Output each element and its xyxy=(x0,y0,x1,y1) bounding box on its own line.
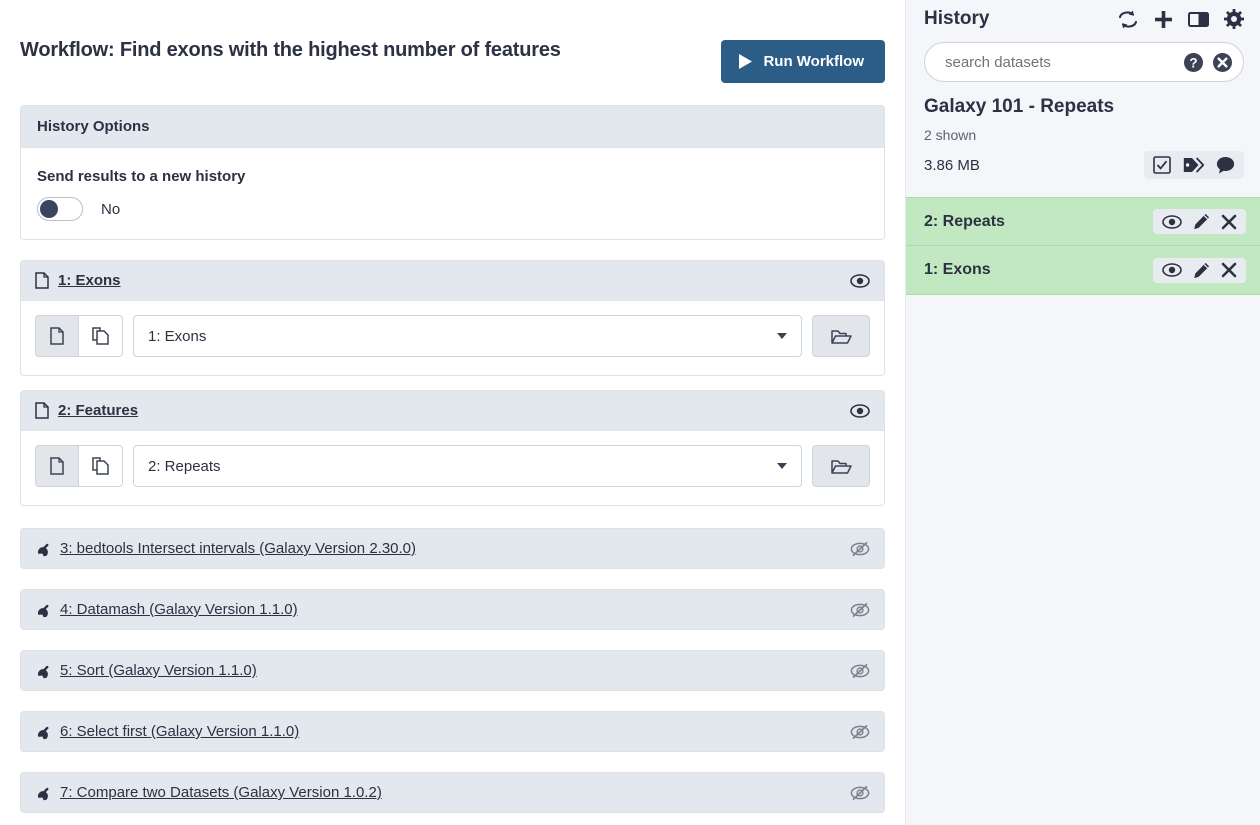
multiple-datasets-icon[interactable] xyxy=(79,445,123,487)
check-square-icon[interactable] xyxy=(1153,156,1171,174)
search-input[interactable] xyxy=(943,52,1175,72)
tool-step-row: 5: Sort (Galaxy Version 1.1.0) xyxy=(20,650,885,691)
history-dataset-list: 2: Repeats 1: Exons xyxy=(906,197,1260,295)
history-dataset-item[interactable]: 2: Repeats xyxy=(906,197,1260,246)
wrench-icon xyxy=(35,541,51,557)
workflow-run-form: Workflow: Find exons with the highest nu… xyxy=(0,0,905,825)
dataset-mode-group-2 xyxy=(35,445,123,487)
dataset-actions xyxy=(1153,257,1246,283)
dataset-name: 2: Repeats xyxy=(924,212,1005,230)
dataset-actions xyxy=(1153,209,1246,234)
input-step-1-header: 1: Exons xyxy=(21,261,884,301)
dataset-select-1-value: 1: Exons xyxy=(148,327,207,345)
tool-step-link[interactable]: 5: Sort (Galaxy Version 1.1.0) xyxy=(60,662,257,679)
send-results-label: Send results to a new history xyxy=(37,168,246,185)
eye-icon[interactable] xyxy=(1162,263,1182,277)
page-title: Workflow: Find exons with the highest nu… xyxy=(20,39,561,61)
dataset-select-1[interactable]: 1: Exons xyxy=(133,315,802,357)
input-step-1-link[interactable]: 1: Exons xyxy=(58,272,121,289)
tool-step-link[interactable]: 7: Compare two Datasets (Galaxy Version … xyxy=(60,784,382,801)
send-results-toggle[interactable] xyxy=(37,197,83,221)
history-size-row: 3.86 MB xyxy=(906,143,1260,179)
dataset-select-2-value: 2: Repeats xyxy=(148,457,221,475)
browse-datasets-button-1[interactable] xyxy=(812,315,870,357)
tool-step-row: 7: Compare two Datasets (Galaxy Version … xyxy=(20,772,885,813)
times-icon[interactable] xyxy=(1221,262,1237,278)
eye-slash-icon[interactable] xyxy=(850,541,870,557)
svg-text:?: ? xyxy=(1189,55,1197,70)
browse-datasets-button-2[interactable] xyxy=(812,445,870,487)
tool-step-row: 6: Select first (Galaxy Version 1.1.0) xyxy=(20,711,885,752)
eye-slash-icon[interactable] xyxy=(850,602,870,618)
refresh-icon[interactable] xyxy=(1117,10,1139,29)
times-icon[interactable] xyxy=(1221,214,1237,230)
eye-slash-icon[interactable] xyxy=(850,663,870,679)
single-dataset-icon[interactable] xyxy=(35,445,79,487)
single-dataset-icon[interactable] xyxy=(35,315,79,357)
file-icon xyxy=(35,272,49,289)
dataset-name: 1: Exons xyxy=(924,261,991,278)
send-results-toggle-value: No xyxy=(101,200,121,218)
folder-open-icon xyxy=(830,328,852,345)
history-meta-actions xyxy=(1144,151,1244,179)
history-options-header: History Options xyxy=(21,106,884,148)
tags-icon[interactable] xyxy=(1183,156,1204,174)
question-circle-icon[interactable]: ? xyxy=(1183,52,1204,73)
chevron-down-icon xyxy=(777,333,787,339)
history-search-wrap: ? xyxy=(906,34,1260,82)
eye-slash-icon[interactable] xyxy=(850,724,870,740)
input-step-2-link[interactable]: 2: Features xyxy=(58,402,138,419)
history-panel: History ? xyxy=(905,0,1260,825)
chevron-down-icon xyxy=(777,463,787,469)
tool-step-row: 3: bedtools Intersect intervals (Galaxy … xyxy=(20,528,885,569)
history-title: History xyxy=(924,8,990,29)
history-options-title: History Options xyxy=(37,118,150,135)
eye-slash-icon[interactable] xyxy=(850,785,870,801)
eye-icon[interactable] xyxy=(1162,214,1182,229)
input-step-1: 1: Exons 1: Exons xyxy=(20,260,885,376)
wrench-icon xyxy=(35,663,51,679)
dataset-mode-group-1 xyxy=(35,315,123,357)
history-dataset-item[interactable]: 1: Exons xyxy=(906,246,1260,295)
gear-icon[interactable] xyxy=(1224,9,1244,29)
history-size: 3.86 MB xyxy=(924,156,980,174)
history-panel-header: History xyxy=(906,0,1260,34)
plus-icon[interactable] xyxy=(1154,10,1173,29)
run-workflow-label: Run Workflow xyxy=(763,53,864,70)
workflow-run-page: Workflow: Find exons with the highest nu… xyxy=(0,0,1260,825)
toggle-knob xyxy=(40,200,58,218)
input-step-2-header: 2: Features xyxy=(21,391,884,431)
workflow-header: Workflow: Find exons with the highest nu… xyxy=(0,0,905,83)
wrench-icon xyxy=(35,724,51,740)
input-step-1-selector-row: 1: Exons xyxy=(21,301,884,375)
dataset-select-2[interactable]: 2: Repeats xyxy=(133,445,802,487)
input-step-2: 2: Features 2: Repeats xyxy=(20,390,885,506)
tool-step-link[interactable]: 4: Datamash (Galaxy Version 1.1.0) xyxy=(60,601,298,618)
history-options-card: History Options Send results to a new hi… xyxy=(20,105,885,240)
multiple-datasets-icon[interactable] xyxy=(79,315,123,357)
pencil-icon[interactable] xyxy=(1193,213,1210,230)
send-results-toggle-row: No xyxy=(37,197,868,221)
tool-step-link[interactable]: 3: bedtools Intersect intervals (Galaxy … xyxy=(60,540,416,557)
run-workflow-button[interactable]: Run Workflow xyxy=(721,40,885,83)
eye-icon[interactable] xyxy=(850,273,870,288)
history-options-body: Send results to a new history No xyxy=(21,148,884,239)
search-box: ? xyxy=(924,42,1244,82)
file-icon xyxy=(35,402,49,419)
tool-step-row: 4: Datamash (Galaxy Version 1.1.0) xyxy=(20,589,885,630)
wrench-icon xyxy=(35,602,51,618)
times-circle-icon[interactable] xyxy=(1212,52,1233,73)
tool-step-link[interactable]: 6: Select first (Galaxy Version 1.1.0) xyxy=(60,723,299,740)
columns-icon[interactable] xyxy=(1188,11,1209,28)
eye-icon[interactable] xyxy=(850,403,870,418)
folder-open-icon xyxy=(830,458,852,475)
comment-icon[interactable] xyxy=(1216,156,1235,174)
input-step-2-selector-row: 2: Repeats xyxy=(21,431,884,505)
pencil-icon[interactable] xyxy=(1193,262,1210,279)
history-header-actions xyxy=(1117,9,1244,29)
history-name: Galaxy 101 - Repeats xyxy=(924,96,1115,117)
wrench-icon xyxy=(35,785,51,801)
history-shown-count: 2 shown xyxy=(924,127,977,143)
play-icon xyxy=(738,53,753,70)
